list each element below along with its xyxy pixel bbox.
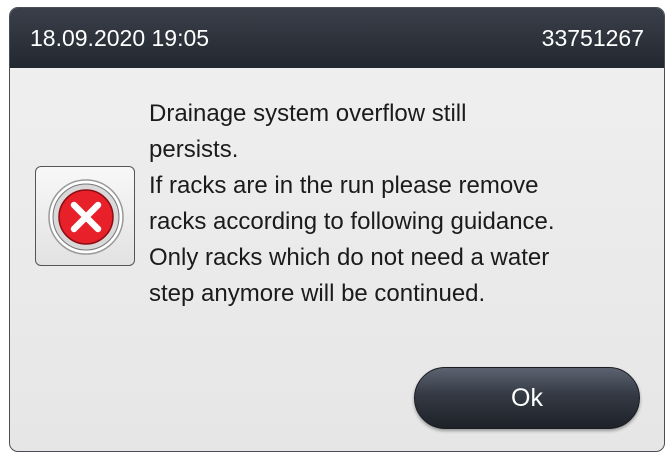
dialog-titlebar: 18.09.2020 19:05 33751267 [10, 8, 664, 68]
error-dialog: 18.09.2020 19:05 33751267 Drainage syste… [9, 7, 665, 452]
message-line: racks according to following guidance. [149, 208, 555, 235]
message-line: Only racks which do not need a water [149, 244, 550, 271]
error-icon-frame [35, 166, 135, 266]
datetime-label: 18.09.2020 19:05 [30, 25, 210, 51]
message-code-label: 33751267 [541, 25, 644, 51]
message-line: Drainage system overflow still [149, 100, 467, 127]
dialog-message: Drainage system overflow still persists.… [149, 96, 659, 312]
ok-button[interactable]: Ok [414, 367, 640, 429]
message-line: If racks are in the run please remove [149, 172, 539, 199]
error-x-icon [48, 179, 124, 255]
message-line: persists. [149, 136, 239, 163]
message-line: step anymore will be continued. [149, 280, 486, 307]
